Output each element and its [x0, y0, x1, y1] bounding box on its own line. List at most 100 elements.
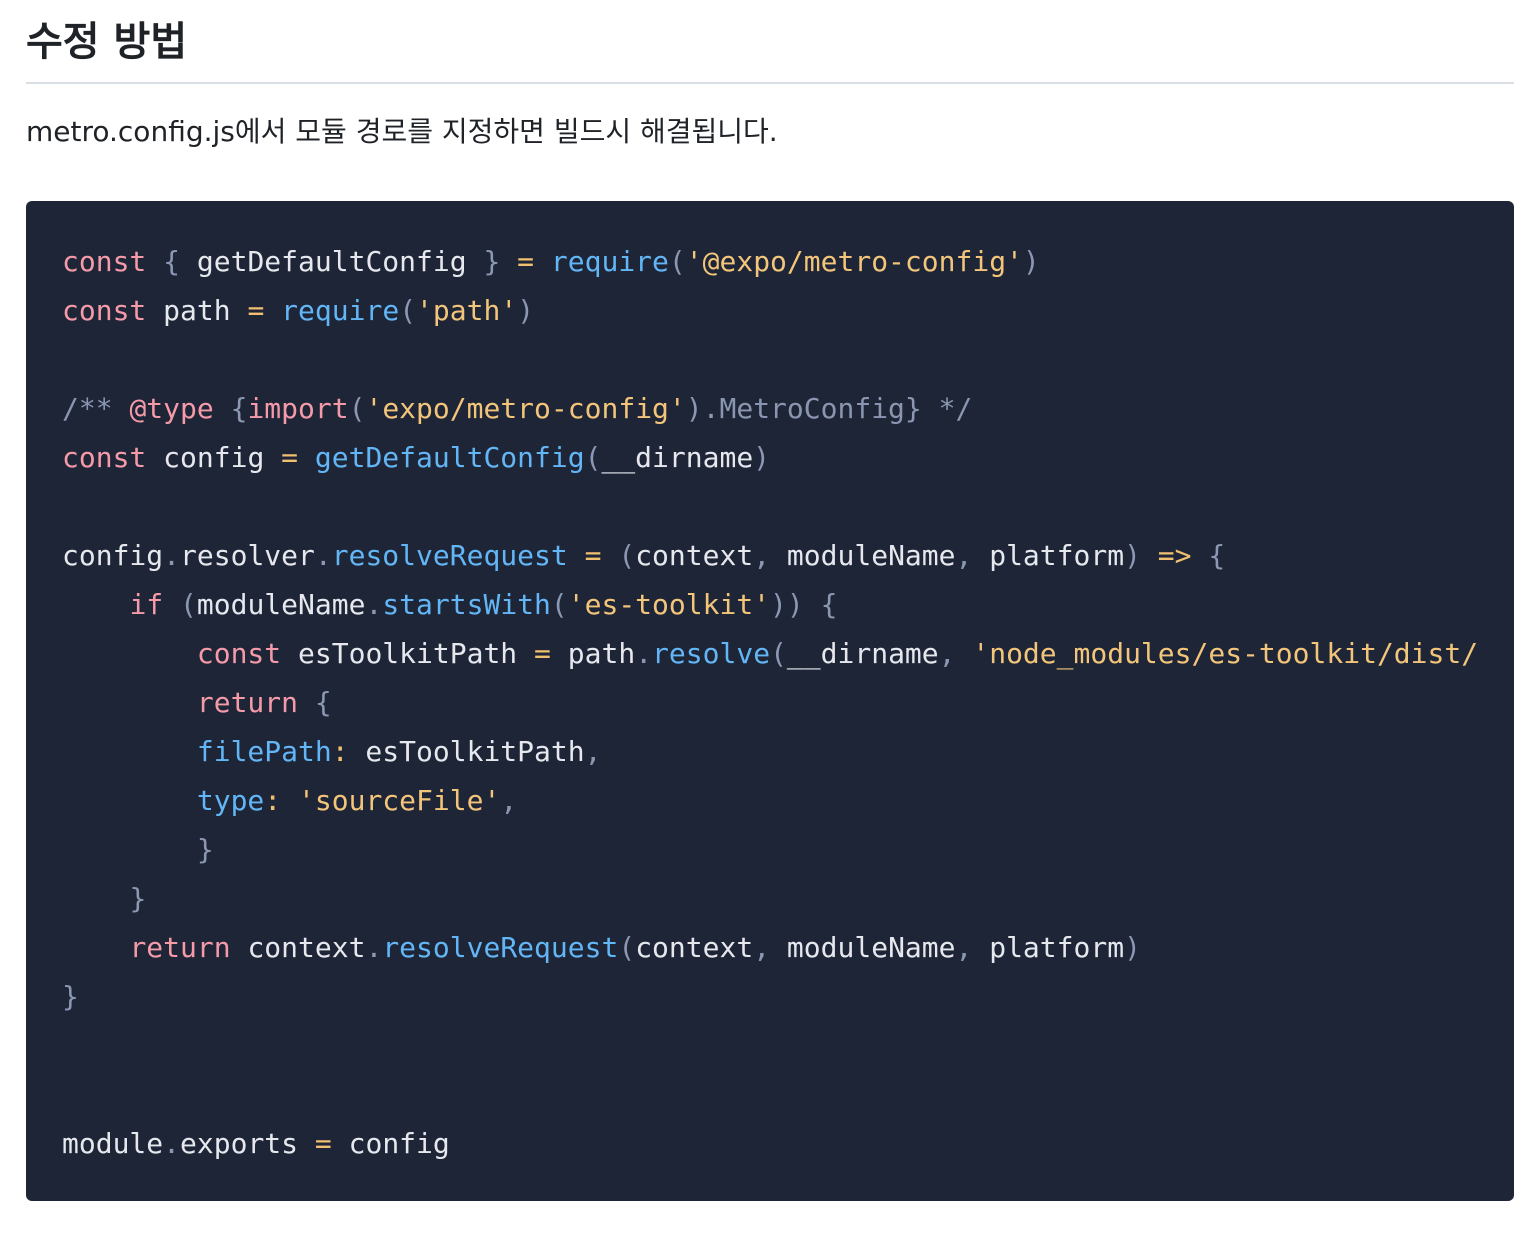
code-token: resolveRequest — [382, 931, 619, 964]
code-token: , — [584, 735, 602, 768]
code-token: platform — [972, 539, 1125, 572]
code-token: __dirname — [601, 441, 754, 474]
code-token: esToolkitPath — [348, 735, 585, 768]
code-line: /** @type {import('expo/metro-config').M… — [62, 384, 1478, 433]
code-line: const path = require('path') — [62, 286, 1478, 335]
code-token: const — [62, 245, 147, 278]
description-paragraph: metro.config.js에서 모듈 경로를 지정하면 빌드시 해결됩니다. — [26, 115, 778, 148]
code-token: = — [281, 441, 299, 474]
code-line: const { getDefaultConfig } = require('@e… — [62, 237, 1478, 286]
code-token: '@expo/metro-config' — [685, 245, 1023, 278]
code-token: 'node_modules/es-toolkit/dist/ — [972, 637, 1479, 670]
code-token: exports — [180, 1127, 299, 1160]
code-token: ( — [399, 294, 417, 327]
code-token: ( — [668, 245, 686, 278]
code-line: } — [62, 874, 1478, 923]
code-token: { — [1208, 539, 1226, 572]
code-line: config.resolver.resolveRequest = (contex… — [62, 531, 1478, 580]
code-token: ( — [618, 539, 636, 572]
code-token: */ — [921, 392, 973, 425]
code-token: 'expo/metro-config' — [365, 392, 686, 425]
code-token: , — [955, 931, 973, 964]
code-token: resolveRequest — [331, 539, 568, 572]
code-token: : — [264, 784, 282, 817]
code-token: require — [281, 294, 400, 327]
code-token: filePath — [196, 735, 332, 768]
code-token: , — [500, 784, 518, 817]
code-token: . — [314, 539, 332, 572]
code-block: const { getDefaultConfig } = require('@e… — [26, 201, 1514, 1201]
code-token: context — [635, 931, 754, 964]
code-token: ( — [770, 637, 787, 670]
code-token: config — [146, 441, 282, 474]
code-token: , — [938, 637, 956, 670]
code-line: type: 'sourceFile', — [62, 776, 1478, 825]
code-token: type — [196, 784, 265, 817]
code-token: = — [517, 245, 535, 278]
code-token: ( — [618, 931, 636, 964]
code-token: moduleName — [770, 539, 956, 572]
code-token: getDefaultConfig — [180, 245, 484, 278]
code-token: } — [129, 882, 147, 915]
code-token: context — [635, 539, 754, 572]
code-token: resolve — [652, 637, 771, 670]
code-token: path — [146, 294, 248, 327]
code-token: ) — [1022, 245, 1040, 278]
code-token: moduleName — [770, 931, 956, 964]
code-token: 'sourceFile' — [298, 784, 501, 817]
code-line: filePath: esToolkitPath, — [62, 727, 1478, 776]
code-token: ) — [1124, 931, 1141, 964]
code-token: : — [331, 735, 349, 768]
code-token: resolver — [180, 539, 315, 572]
code-content: const { getDefaultConfig } = require('@e… — [62, 237, 1478, 1168]
code-token: module — [62, 1127, 164, 1160]
code-line: if (moduleName.startsWith('es-toolkit'))… — [62, 580, 1478, 629]
code-token: ). — [685, 392, 720, 425]
code-token: require — [550, 245, 669, 278]
code-token: const — [196, 637, 282, 670]
code-token: context — [230, 931, 366, 964]
code-token: = — [247, 294, 265, 327]
code-token: esToolkitPath — [281, 637, 535, 670]
code-token: } — [62, 980, 79, 1013]
code-token: , — [753, 539, 771, 572]
code-token: return — [129, 931, 231, 964]
code-token: getDefaultConfig — [314, 441, 585, 474]
code-token: = — [584, 539, 602, 572]
code-token: /** — [62, 392, 130, 425]
code-token: const — [62, 294, 147, 327]
code-token: = — [534, 637, 551, 670]
code-token: . — [163, 539, 181, 572]
code-token: path — [550, 637, 636, 670]
code-token: @type — [129, 392, 214, 425]
code-line: const config = getDefaultConfig(__dirnam… — [62, 433, 1478, 482]
code-line: module.exports = config — [62, 1119, 1478, 1168]
code-token: } — [904, 392, 922, 425]
code-line: } — [62, 972, 1478, 1021]
code-token: MetroConfig — [719, 392, 905, 425]
code-token: ( — [584, 441, 602, 474]
code-line: return context.resolveRequest(context, m… — [62, 923, 1478, 972]
code-token: 'path' — [416, 294, 518, 327]
code-token: return — [196, 686, 299, 719]
